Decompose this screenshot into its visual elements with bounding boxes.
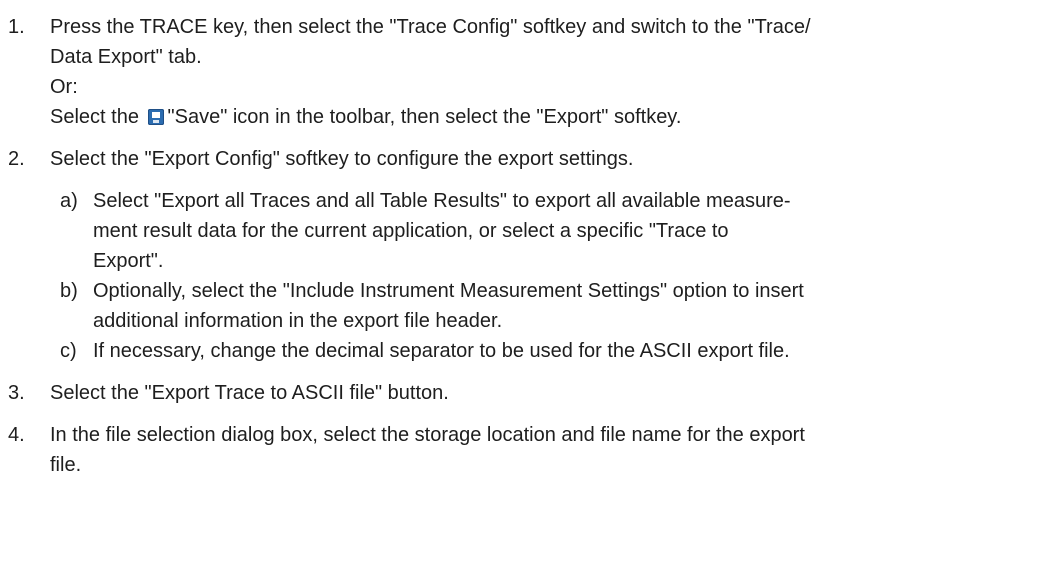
step-2: 2. Select the "Export Config" softkey to…	[0, 144, 1052, 366]
step-3: 3. Select the "Export Trace to ASCII fil…	[0, 378, 1052, 408]
substep-label: c)	[60, 340, 77, 362]
substep-list: a) Select "Export all Traces and all Tab…	[50, 186, 1046, 366]
step-text: Press the TRACE key, then select the "Tr…	[50, 16, 811, 38]
substep-text: If necessary, change the decimal separat…	[93, 340, 790, 362]
step-number: 3.	[8, 382, 25, 404]
substep-text: additional information in the export fil…	[93, 310, 503, 332]
substep-b: b) Optionally, select the "Include Instr…	[50, 276, 1046, 336]
or-label: Or:	[50, 76, 78, 98]
step-text: Select the "Export Trace to ASCII file" …	[50, 382, 449, 404]
step-number: 2.	[8, 148, 25, 170]
step-1: 1. Press the TRACE key, then select the …	[0, 12, 1052, 132]
step-4: 4. In the file selection dialog box, sel…	[0, 420, 1052, 480]
step-number: 4.	[8, 424, 25, 446]
step-text: Select the "Export Config" softkey to co…	[50, 148, 634, 170]
step-text: In the file selection dialog box, select…	[50, 424, 805, 446]
step-number: 1.	[8, 16, 25, 38]
save-icon	[147, 109, 164, 125]
step-text: file.	[50, 454, 82, 476]
step-text: Data Export" tab.	[50, 46, 202, 68]
substep-text: Select "Export all Traces and all Table …	[93, 190, 791, 212]
substep-text: Export".	[93, 250, 164, 272]
substep-label: a)	[60, 190, 78, 212]
substep-a: a) Select "Export all Traces and all Tab…	[50, 186, 1046, 276]
save-instruction-suffix: "Save" icon in the toolbar, then select …	[167, 106, 682, 128]
document-body: 1. Press the TRACE key, then select the …	[0, 0, 1052, 480]
substep-c: c) If necessary, change the decimal sepa…	[50, 336, 1046, 366]
substep-text: ment result data for the current applica…	[93, 220, 729, 242]
substep-text: Optionally, select the "Include Instrume…	[93, 280, 804, 302]
save-instruction: Select the "Save" icon in the toolbar, t…	[50, 102, 1046, 132]
substep-label: b)	[60, 280, 78, 302]
save-instruction-prefix: Select the	[50, 106, 139, 128]
